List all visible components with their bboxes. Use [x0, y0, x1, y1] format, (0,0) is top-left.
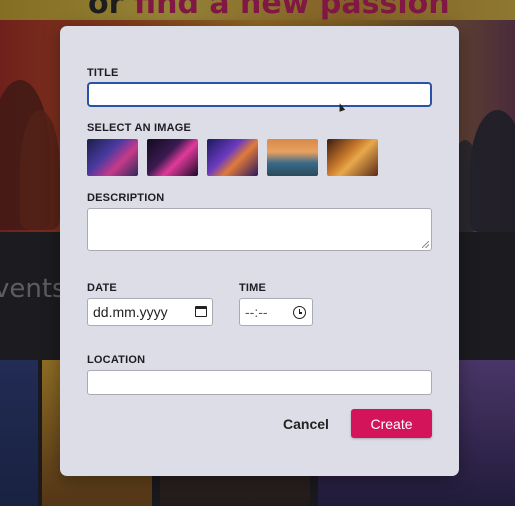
date-placeholder: dd.mm.yyyy — [93, 304, 168, 320]
description-textarea[interactable] — [87, 208, 432, 251]
create-button[interactable]: Create — [351, 409, 432, 438]
clock-icon[interactable] — [293, 306, 306, 319]
cancel-button[interactable]: Cancel — [276, 410, 336, 438]
time-input[interactable]: --:-- — [239, 298, 313, 326]
title-label: TITLE — [87, 67, 119, 79]
desk-workspace-image[interactable] — [147, 139, 198, 176]
river-city-sunset-image[interactable] — [267, 139, 318, 176]
create-event-modal: TITLE SELECT AN IMAGE DESCRIPTION DATE d… — [60, 26, 459, 476]
time-label: TIME — [239, 282, 267, 294]
resize-grip-icon[interactable] — [422, 241, 429, 248]
location-input[interactable] — [87, 370, 432, 395]
title-input[interactable] — [87, 82, 432, 107]
description-label: DESCRIPTION — [87, 192, 165, 204]
friends-cafe-image[interactable] — [327, 139, 378, 176]
date-input[interactable]: dd.mm.yyyy — [87, 298, 213, 326]
calendar-icon[interactable] — [195, 306, 207, 317]
image-label: SELECT AN IMAGE — [87, 122, 192, 134]
location-label: LOCATION — [87, 354, 146, 366]
date-label: DATE — [87, 282, 117, 294]
city-neon-image[interactable] — [87, 139, 138, 176]
time-placeholder: --:-- — [245, 304, 268, 320]
party-crowd-image[interactable] — [207, 139, 258, 176]
